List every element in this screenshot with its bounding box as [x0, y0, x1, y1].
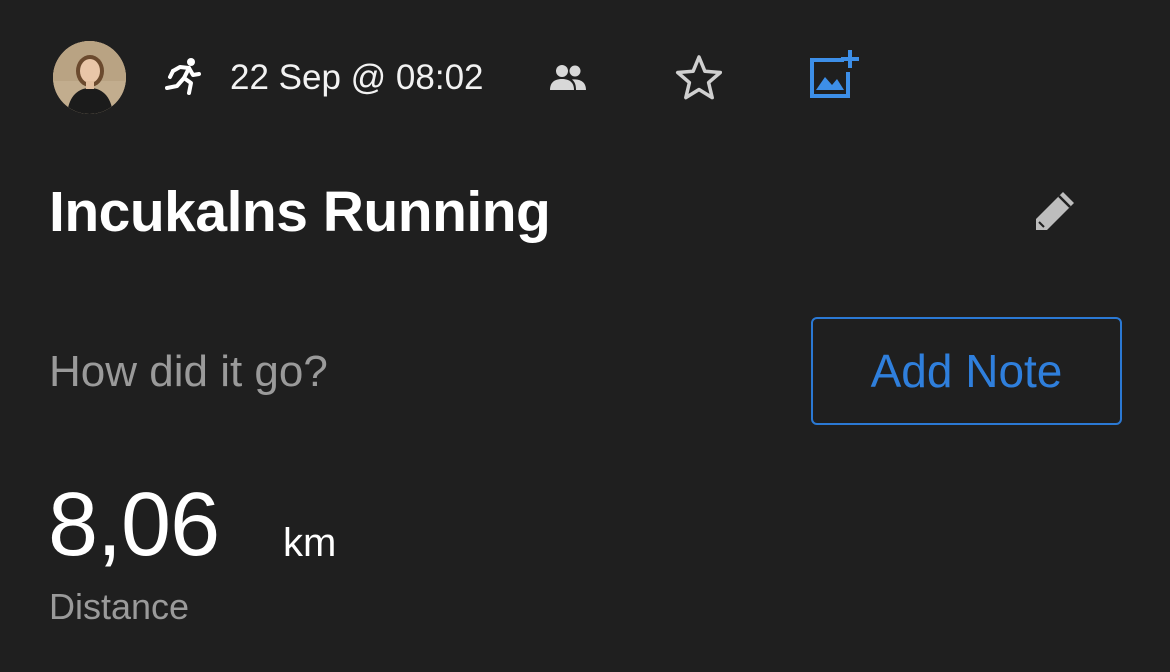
- add-note-button[interactable]: Add Note: [811, 317, 1122, 425]
- star-outline-icon[interactable]: [674, 54, 724, 102]
- running-icon: [165, 58, 201, 95]
- people-icon[interactable]: [548, 62, 588, 94]
- distance-unit: km: [283, 521, 337, 565]
- avatar[interactable]: [53, 41, 126, 114]
- workout-datetime: 22 Sep @ 08:02: [230, 58, 484, 97]
- workout-detail-screen: 22 Sep @ 08:02 Incukalns Running How did…: [0, 0, 1170, 672]
- pencil-icon[interactable]: [1030, 186, 1080, 236]
- workout-title: Incukalns Running: [49, 180, 551, 244]
- distance-label: Distance: [49, 586, 190, 627]
- user-avatar-icon: [53, 41, 126, 114]
- distance-value: 8,06: [48, 475, 220, 575]
- note-prompt: How did it go?: [49, 347, 328, 396]
- add-photo-icon[interactable]: [806, 46, 862, 102]
